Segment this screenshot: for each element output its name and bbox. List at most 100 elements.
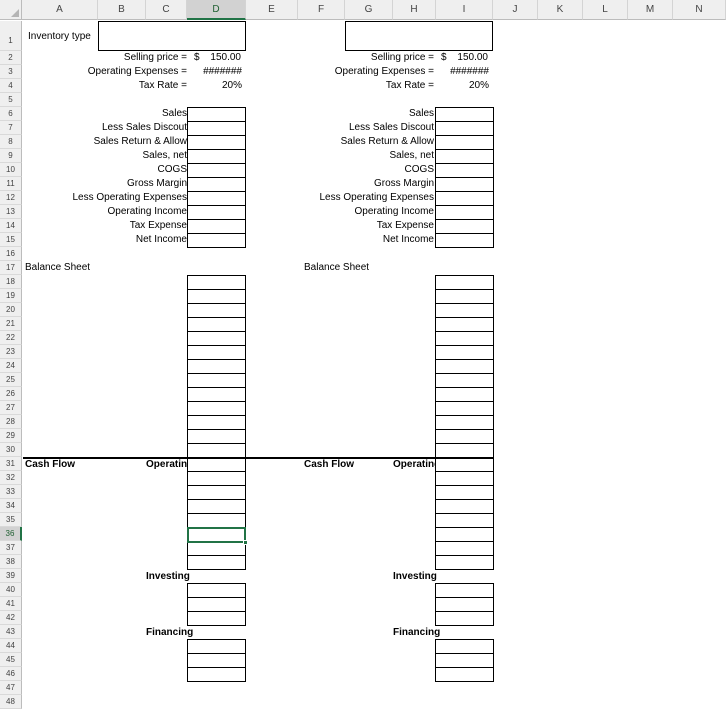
operating-expenses-value[interactable]: ####### bbox=[190, 65, 242, 79]
column-header-k[interactable]: K bbox=[538, 0, 583, 20]
left-balance-sheet-cell-row-30[interactable] bbox=[187, 443, 246, 458]
right-balance-sheet-cell-row-24[interactable] bbox=[435, 359, 494, 374]
left-balance-sheet-cell-row-28[interactable] bbox=[187, 415, 246, 430]
column-header-c[interactable]: C bbox=[146, 0, 187, 20]
row-header-28[interactable]: 28 bbox=[0, 415, 22, 429]
right-investing-cell-row-41[interactable] bbox=[435, 597, 494, 612]
row-header-42[interactable]: 42 bbox=[0, 611, 22, 625]
selling-price-value[interactable]: 150.00 bbox=[200, 51, 241, 65]
column-header-f[interactable]: F bbox=[298, 0, 345, 20]
row-header-1[interactable]: 1 bbox=[0, 21, 22, 51]
right-balance-sheet-cell-row-22[interactable] bbox=[435, 331, 494, 346]
row-header-38[interactable]: 38 bbox=[0, 555, 22, 569]
right-income-value-cell-3[interactable] bbox=[435, 149, 494, 164]
right-investing-cell-row-42[interactable] bbox=[435, 611, 494, 626]
right-balance-sheet-cell-row-26[interactable] bbox=[435, 387, 494, 402]
column-header-m[interactable]: M bbox=[628, 0, 673, 20]
column-header-j[interactable]: J bbox=[493, 0, 538, 20]
column-header-l[interactable]: L bbox=[583, 0, 628, 20]
row-header-5[interactable]: 5 bbox=[0, 93, 22, 107]
right-balance-sheet-cell-row-30[interactable] bbox=[435, 443, 494, 458]
column-header-h[interactable]: H bbox=[393, 0, 436, 20]
row-header-37[interactable]: 37 bbox=[0, 541, 22, 555]
row-header-35[interactable]: 35 bbox=[0, 513, 22, 527]
right-balance-sheet-cell-row-20[interactable] bbox=[435, 303, 494, 318]
row-header-27[interactable]: 27 bbox=[0, 401, 22, 415]
left-income-value-cell-2[interactable] bbox=[187, 135, 246, 150]
right-operating-cell-row-35[interactable] bbox=[435, 513, 494, 528]
row-header-16[interactable]: 16 bbox=[0, 247, 22, 261]
right-balance-sheet-cell-row-18[interactable] bbox=[435, 275, 494, 290]
tax-rate-value[interactable]: 20% bbox=[190, 79, 242, 93]
row-header-30[interactable]: 30 bbox=[0, 443, 22, 457]
right-balance-sheet-cell-row-29[interactable] bbox=[435, 429, 494, 444]
right-operating-cell-row-31[interactable] bbox=[435, 457, 494, 472]
right-financing-cell-row-45[interactable] bbox=[435, 653, 494, 668]
right-balance-sheet-cell-row-19[interactable] bbox=[435, 289, 494, 304]
left-income-value-cell-4[interactable] bbox=[187, 163, 246, 178]
left-investing-cell-row-41[interactable] bbox=[187, 597, 246, 612]
right-balance-sheet-cell-row-23[interactable] bbox=[435, 345, 494, 360]
right-income-value-cell-1[interactable] bbox=[435, 121, 494, 136]
right-operating-cell-row-33[interactable] bbox=[435, 485, 494, 500]
left-income-value-cell-0[interactable] bbox=[187, 107, 246, 122]
left-balance-sheet-cell-row-20[interactable] bbox=[187, 303, 246, 318]
left-financing-cell-row-44[interactable] bbox=[187, 639, 246, 654]
left-income-value-cell-8[interactable] bbox=[187, 219, 246, 234]
left-income-value-cell-9[interactable] bbox=[187, 233, 246, 248]
right-income-value-cell-7[interactable] bbox=[435, 205, 494, 220]
row-header-26[interactable]: 26 bbox=[0, 387, 22, 401]
left-operating-cell-row-35[interactable] bbox=[187, 513, 246, 528]
left-income-value-cell-3[interactable] bbox=[187, 149, 246, 164]
left-balance-sheet-cell-row-23[interactable] bbox=[187, 345, 246, 360]
left-balance-sheet-cell-row-21[interactable] bbox=[187, 317, 246, 332]
column-header-a[interactable]: A bbox=[22, 0, 98, 20]
left-balance-sheet-cell-row-29[interactable] bbox=[187, 429, 246, 444]
left-balance-sheet-cell-row-18[interactable] bbox=[187, 275, 246, 290]
column-header-i[interactable]: I bbox=[436, 0, 493, 20]
right-income-value-cell-4[interactable] bbox=[435, 163, 494, 178]
right-investing-cell-row-40[interactable] bbox=[435, 583, 494, 598]
left-investing-cell-row-40[interactable] bbox=[187, 583, 246, 598]
left-operating-cell-row-37[interactable] bbox=[187, 541, 246, 556]
right-balance-sheet-cell-row-27[interactable] bbox=[435, 401, 494, 416]
left-income-value-cell-6[interactable] bbox=[187, 191, 246, 206]
right-balance-sheet-cell-row-28[interactable] bbox=[435, 415, 494, 430]
row-header-22[interactable]: 22 bbox=[0, 331, 22, 345]
right-operating-cell-row-36[interactable] bbox=[435, 527, 494, 542]
left-operating-cell-row-33[interactable] bbox=[187, 485, 246, 500]
row-header-25[interactable]: 25 bbox=[0, 373, 22, 387]
fill-handle[interactable] bbox=[243, 540, 248, 545]
row-header-47[interactable]: 47 bbox=[0, 681, 22, 695]
right-operating-cell-row-38[interactable] bbox=[435, 555, 494, 570]
column-header-b[interactable]: B bbox=[98, 0, 146, 20]
left-financing-cell-row-46[interactable] bbox=[187, 667, 246, 682]
row-header-48[interactable]: 48 bbox=[0, 695, 22, 709]
left-balance-sheet-cell-row-24[interactable] bbox=[187, 359, 246, 374]
row-header-2[interactable]: 2 bbox=[0, 51, 22, 65]
active-cell-d36[interactable] bbox=[187, 527, 246, 543]
right-financing-cell-row-46[interactable] bbox=[435, 667, 494, 682]
right-tax-rate-value[interactable]: 20% bbox=[437, 79, 489, 93]
row-header-46[interactable]: 46 bbox=[0, 667, 22, 681]
row-header-32[interactable]: 32 bbox=[0, 471, 22, 485]
row-header-17[interactable]: 17 bbox=[0, 261, 22, 275]
right-balance-sheet-cell-row-25[interactable] bbox=[435, 373, 494, 388]
left-income-value-cell-5[interactable] bbox=[187, 177, 246, 192]
column-header-g[interactable]: G bbox=[345, 0, 393, 20]
right-income-value-cell-5[interactable] bbox=[435, 177, 494, 192]
row-header-43[interactable]: 43 bbox=[0, 625, 22, 639]
row-header-29[interactable]: 29 bbox=[0, 429, 22, 443]
left-balance-sheet-cell-row-26[interactable] bbox=[187, 387, 246, 402]
right-operating-expenses-value[interactable]: ####### bbox=[437, 65, 489, 79]
right-income-value-cell-0[interactable] bbox=[435, 107, 494, 122]
row-header-23[interactable]: 23 bbox=[0, 345, 22, 359]
left-balance-sheet-cell-row-27[interactable] bbox=[187, 401, 246, 416]
left-balance-sheet-cell-row-22[interactable] bbox=[187, 331, 246, 346]
row-header-31[interactable]: 31 bbox=[0, 457, 22, 471]
right-balance-sheet-cell-row-21[interactable] bbox=[435, 317, 494, 332]
row-header-40[interactable]: 40 bbox=[0, 583, 22, 597]
left-investing-cell-row-42[interactable] bbox=[187, 611, 246, 626]
row-header-36[interactable]: 36 bbox=[0, 527, 22, 541]
column-header-d[interactable]: D bbox=[187, 0, 246, 20]
